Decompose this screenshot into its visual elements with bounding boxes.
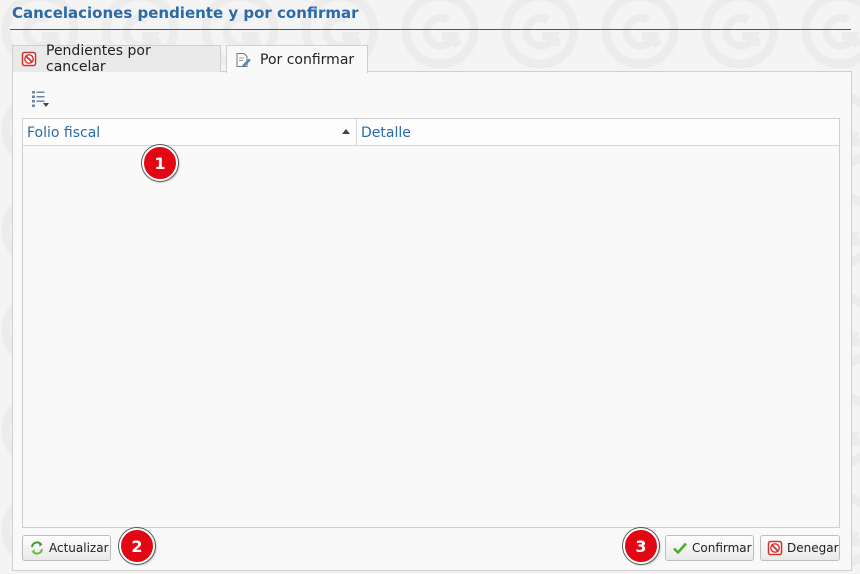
column-chooser-icon[interactable] (30, 89, 50, 109)
button-label: Confirmar (692, 541, 752, 555)
deny-icon (767, 540, 783, 556)
tab-pendientes-por-cancelar[interactable]: Pendientes por cancelar (12, 43, 221, 75)
edit-doc-icon (235, 52, 251, 68)
refresh-icon (29, 540, 45, 556)
cancellations-grid: Folio fiscal Detalle (22, 118, 840, 528)
column-header-detalle[interactable]: Detalle (357, 119, 839, 146)
column-label: Detalle (361, 124, 411, 141)
step-badge-1: 1 (142, 145, 178, 181)
tab-label: Pendientes por cancelar (46, 43, 151, 75)
step-badge-3: 3 (623, 528, 659, 564)
tab-label: Por confirmar (260, 51, 355, 68)
refresh-button[interactable]: Actualizar (22, 535, 111, 561)
step-badge-2: 2 (119, 528, 155, 564)
sort-ascending-icon (342, 129, 350, 134)
deny-button[interactable]: Denegar (760, 535, 840, 561)
confirm-button[interactable]: Confirmar (665, 535, 754, 561)
button-label: Actualizar (49, 541, 109, 555)
tab-por-confirmar[interactable]: Por confirmar (226, 45, 368, 73)
cancel-doc-icon (21, 51, 37, 67)
page-title: Cancelaciones pendiente y por confirmar (12, 4, 359, 22)
grid-header: Folio fiscal Detalle (23, 119, 839, 146)
column-header-folio-fiscal[interactable]: Folio fiscal (23, 119, 357, 146)
grid-body (23, 146, 839, 527)
column-label: Folio fiscal (27, 124, 101, 141)
check-icon (672, 540, 688, 556)
button-label: Denegar (787, 541, 839, 555)
title-divider (10, 29, 851, 30)
